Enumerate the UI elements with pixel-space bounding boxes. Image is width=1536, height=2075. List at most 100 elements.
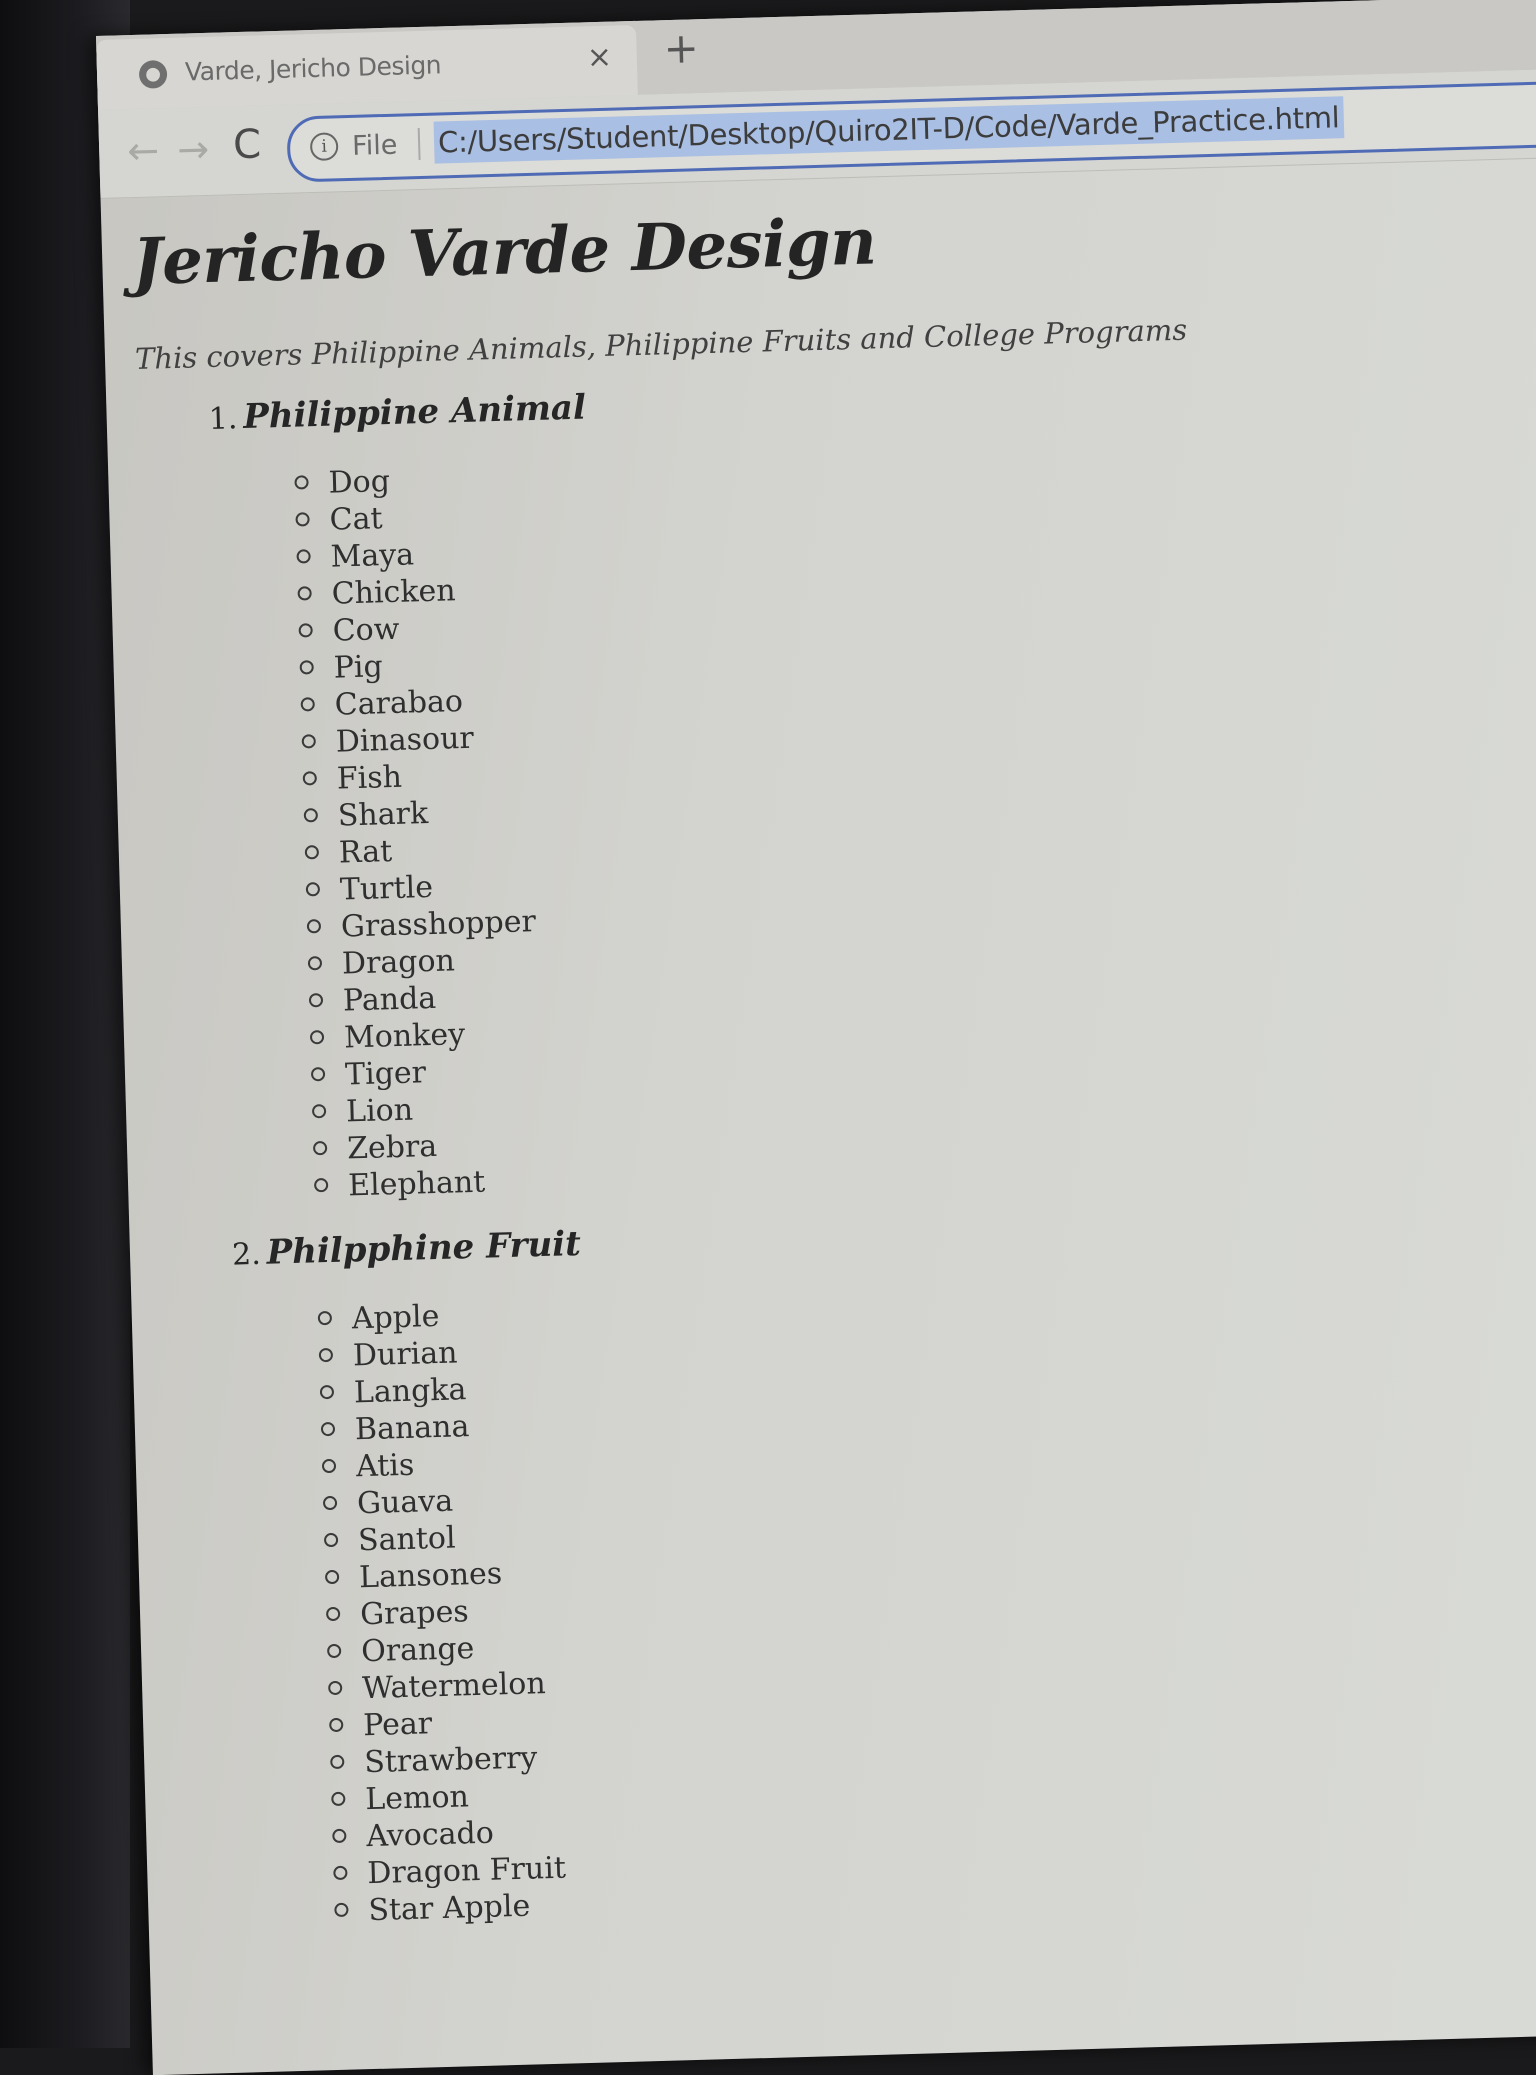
list-item-label: Banana [354,1409,470,1448]
circle-bullet-icon [295,512,310,527]
circle-bullet-icon [325,1606,341,1622]
list-item-label: Pear [362,1706,433,1744]
list-item-label: Durian [352,1335,458,1374]
circle-bullet-icon [304,845,320,860]
list-item-label: Panda [342,980,437,1019]
list-item-label: Grasshopper [340,904,537,945]
list-item-label: Orange [360,1631,475,1670]
list-item-label: Maya [330,537,415,575]
section-number: 2. [231,1236,262,1273]
circle-bullet-icon [319,1384,335,1400]
forward-arrow-icon[interactable]: → [177,127,210,172]
circle-bullet-icon [329,1717,344,1733]
list-item-label: Pig [333,649,384,686]
section-heading: 2. Philpphine Fruit [231,1199,1460,1273]
circle-bullet-icon [332,1828,347,1844]
section-2: 2. Philpphine Fruit Apple Durian Langka Banan… [231,1199,1478,1932]
browser-window: ● Varde, Jericho Design × + ← → C i File… [96,0,1536,2075]
circle-bullet-icon [326,1643,342,1659]
list-item-label: Langka [353,1372,467,1411]
list-item-label: Guava [356,1483,454,1522]
circle-bullet-icon [309,1030,325,1045]
back-arrow-icon[interactable]: ← [127,128,160,173]
list-item-label: Apple [351,1298,440,1337]
circle-bullet-icon [302,771,318,786]
globe-icon: ● [138,60,168,89]
info-icon[interactable]: i [309,132,339,162]
list-item-label: Strawberry [363,1740,538,1781]
list-item-label: Atis [355,1447,415,1485]
circle-bullet-icon [298,623,313,638]
circle-bullet-icon [333,1865,348,1881]
circle-bullet-icon [306,919,322,934]
list-item-label: Cow [332,611,400,649]
section-heading: 1. Philippine Animal [208,364,1437,438]
circle-bullet-icon [310,1067,326,1082]
circle-bullet-icon [308,993,324,1008]
circle-bullet-icon [322,1495,338,1511]
list-item-label: Tiger [344,1055,427,1093]
section-heading-text: Philippine Animal [242,387,587,438]
list-item-label: Carabao [334,684,464,723]
circle-bullet-icon [320,1421,336,1437]
page-subtitle: This covers Philippine Animals, Philippi… [134,312,1188,377]
section-heading-text: Philpphine Fruit [266,1223,582,1273]
list-item-label: Dragon [341,943,456,982]
list-item-label: Chicken [331,573,457,612]
circle-bullet-icon [312,1140,328,1156]
list-item-label: Lansones [358,1556,503,1596]
list-item-label: Dragon Fruit [366,1850,567,1892]
reload-icon[interactable]: C [232,121,261,168]
circle-bullet-icon [307,956,323,971]
circle-bullet-icon [317,1310,333,1326]
section-list: 1. Philippine Animal Dog Cat Maya Chicken Cow P… [136,364,1478,1935]
page-content: Jericho Varde Design This covers Philipp… [131,189,1479,1961]
list-item-label: Lion [345,1092,414,1130]
circle-bullet-icon [328,1680,343,1696]
list-item-label: Dog [328,463,391,501]
list-item-label: Santol [357,1520,457,1559]
new-tab-button[interactable]: + [663,23,700,73]
file-label: File [351,129,398,162]
circle-bullet-icon [301,734,316,749]
circle-bullet-icon [305,882,321,897]
tab-title: Varde, Jericho Design [184,50,442,87]
circle-bullet-icon [321,1458,337,1474]
url-text[interactable]: C:/Users/Student/Desktop/Quiro2IT-D/Code… [433,96,1344,164]
circle-bullet-icon [299,660,314,675]
close-tab-icon[interactable]: × [586,40,612,76]
list-item-label: Monkey [343,1017,466,1056]
list-item-label: Fish [336,759,403,797]
circle-bullet-icon [323,1532,339,1548]
circle-bullet-icon [334,1902,349,1918]
list-item-label: Cat [329,501,383,538]
section-1: 1. Philippine Animal Dog Cat Maya Chicken Cow P… [208,364,1458,1208]
circle-bullet-icon [294,475,309,490]
list-item-label: Avocado [365,1815,495,1855]
section-number: 1. [208,401,238,437]
list-item-label: Elephant [347,1164,486,1204]
circle-bullet-icon [313,1177,329,1193]
circle-bullet-icon [311,1103,327,1119]
list-item-label: Lemon [364,1779,470,1818]
page-title: Jericho Varde Design [131,204,878,301]
omnibox-divider [417,127,421,161]
circle-bullet-icon [324,1569,340,1585]
circle-bullet-icon [297,586,312,601]
list-item-label: Star Apple [367,1888,531,1929]
list-item-label: Dinasour [335,720,475,760]
circle-bullet-icon [300,697,315,712]
list-item-label: Grapes [359,1594,470,1633]
circle-bullet-icon [331,1791,346,1807]
list-item-label: Shark [337,796,429,834]
list-item-label: Zebra [346,1128,438,1167]
item-list: Apple Durian Langka Banana Atis Guava Santol La… [233,1269,1478,1932]
circle-bullet-icon [296,549,311,564]
circle-bullet-icon [318,1347,334,1363]
list-item-label: Turtle [339,869,434,908]
item-list: Dog Cat Maya Chicken Cow Pig Carabao Dinasour Fi… [210,434,1458,1208]
circle-bullet-icon [303,808,319,823]
list-item-label: Rat [338,834,393,871]
circle-bullet-icon [330,1754,345,1770]
list-item-label: Watermelon [361,1666,547,1707]
